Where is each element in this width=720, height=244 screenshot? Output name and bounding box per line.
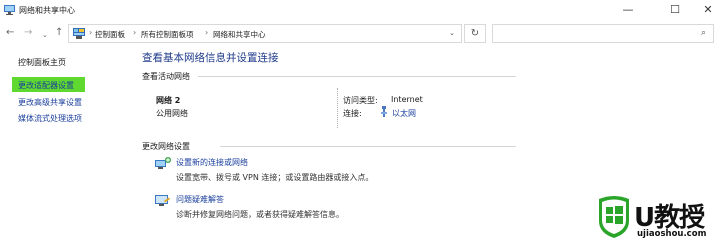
maximize-button[interactable]: ☐ bbox=[658, 0, 692, 20]
title-bar: 网络和共享中心 — ☐ ✕ bbox=[0, 0, 720, 22]
ethernet-icon bbox=[381, 106, 387, 117]
forward-button[interactable]: → bbox=[24, 27, 32, 39]
breadcrumb-separator: › bbox=[133, 28, 137, 37]
new-connection-icon bbox=[155, 157, 171, 169]
breadcrumb-all-items[interactable]: 所有控制面板项 bbox=[141, 29, 194, 40]
watermark-url: ujiaoshou.com bbox=[637, 229, 707, 239]
breadcrumb-network-center[interactable]: 网络和共享中心 bbox=[213, 29, 266, 40]
address-dropdown-button[interactable]: ⌄ bbox=[449, 29, 455, 37]
search-icon[interactable]: ⌕ bbox=[701, 28, 706, 38]
change-settings-heading: 更改网络设置 bbox=[142, 142, 190, 151]
up-button[interactable]: ↑ bbox=[55, 27, 63, 39]
network-type: 公用网络 bbox=[156, 109, 188, 118]
back-button[interactable]: ← bbox=[6, 27, 14, 39]
troubleshoot-description: 诊断并修复网络问题，或者获得疑难解答信息。 bbox=[176, 210, 344, 219]
troubleshoot-icon bbox=[155, 195, 171, 206]
sidebar-item-sharing-settings[interactable]: 更改高级共享设置 bbox=[18, 97, 82, 108]
access-type-label: 访问类型: bbox=[343, 96, 378, 105]
network-name: 网络 2 bbox=[156, 96, 181, 105]
breadcrumb-separator: › bbox=[205, 28, 209, 37]
minimize-button[interactable]: — bbox=[611, 0, 645, 20]
windows-shield-logo bbox=[599, 196, 629, 238]
control-panel-icon bbox=[73, 28, 85, 39]
section-divider bbox=[220, 146, 516, 147]
ethernet-connection-link[interactable]: 以太网 bbox=[392, 108, 416, 119]
active-networks-heading: 查看活动网络 bbox=[142, 72, 190, 81]
section-divider bbox=[198, 76, 516, 77]
network-divider bbox=[337, 88, 338, 128]
sidebar-item-home[interactable]: 控制面板主页 bbox=[18, 57, 66, 68]
address-row: ← → ⌄ ↑ › 控制面板 › 所有控制面板项 › 网络和共享中心 ⌄ ↻ ⌕ bbox=[0, 22, 720, 46]
search-input[interactable]: ⌕ bbox=[492, 24, 714, 43]
connection-label: 连接: bbox=[343, 109, 362, 118]
sidebar-item-adapter-settings[interactable]: 更改适配器设置 bbox=[18, 80, 74, 91]
setup-new-connection-description: 设置宽带、拨号或 VPN 连接；或设置路由器或接入点。 bbox=[176, 173, 374, 182]
watermark-logo: U教授 ujiaoshou.com bbox=[597, 193, 719, 241]
page-title: 查看基本网络信息并设置连接 bbox=[142, 52, 279, 64]
access-type-value: Internet bbox=[391, 95, 423, 104]
address-bar[interactable]: › 控制面板 › 所有控制面板项 › 网络和共享中心 ⌄ bbox=[68, 24, 462, 43]
breadcrumb-separator: › bbox=[89, 28, 93, 37]
window-title: 网络和共享中心 bbox=[19, 6, 75, 15]
troubleshoot-link[interactable]: 问题疑难解答 bbox=[176, 194, 224, 205]
refresh-button[interactable]: ↻ bbox=[464, 24, 486, 43]
sidebar: 控制面板主页 更改适配器设置 更改高级共享设置 媒体流式处理选项 bbox=[0, 46, 110, 244]
close-button[interactable]: ✕ bbox=[691, 0, 720, 20]
breadcrumb-control-panel[interactable]: 控制面板 bbox=[95, 29, 125, 40]
recent-locations-button[interactable]: ⌄ bbox=[42, 29, 48, 41]
sidebar-item-media-streaming[interactable]: 媒体流式处理选项 bbox=[18, 113, 82, 124]
network-center-icon bbox=[4, 5, 15, 15]
setup-new-connection-link[interactable]: 设置新的连接或网络 bbox=[176, 157, 248, 168]
